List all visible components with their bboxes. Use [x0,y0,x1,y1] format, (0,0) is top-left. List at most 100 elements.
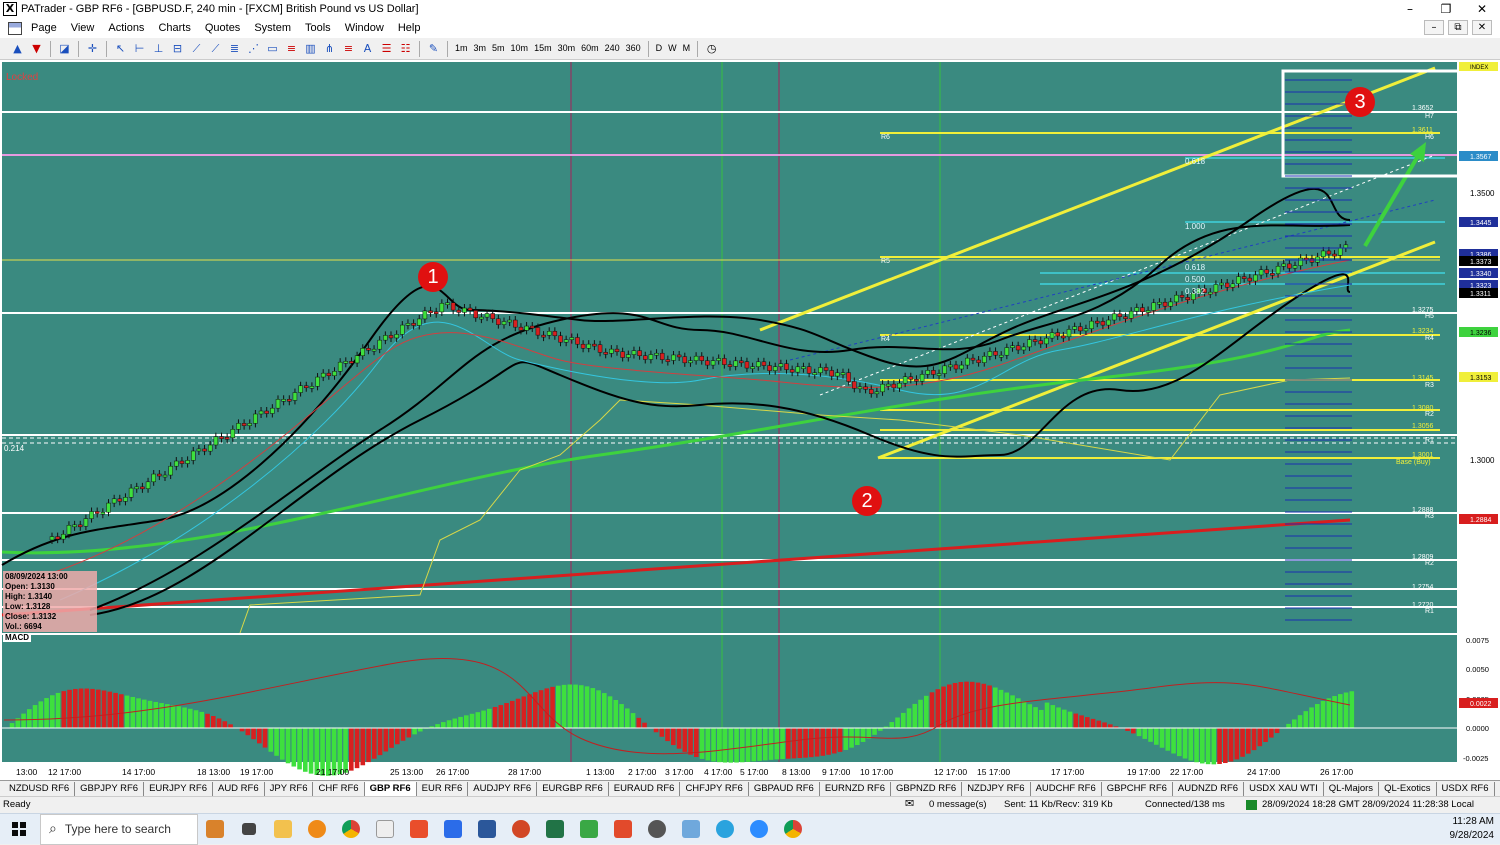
symbol-tab[interactable]: CHF RF6 [313,782,364,796]
symbol-tab[interactable]: NZDJPY RF6 [962,782,1030,796]
menu-tools[interactable]: Tools [298,22,338,34]
vertical-line-icon[interactable]: ⊥ [150,40,167,57]
c-app-green-icon[interactable] [574,814,604,845]
text-icon[interactable]: A [359,40,376,57]
timeframe-5m[interactable]: 5m [489,40,508,57]
timeframe-60m[interactable]: 60m [578,40,602,57]
symbol-tab[interactable]: EURNZD RF6 [820,782,891,796]
zoom-icon[interactable] [744,814,774,845]
timeframe-15m[interactable]: 15m [531,40,555,57]
page-menu-icon[interactable] [8,22,22,35]
channel-icon[interactable]: ⊟ [169,40,186,57]
symbol-tab[interactable]: QL-Majors [1324,782,1379,796]
sell-arrow-icon[interactable]: ▼ [28,40,45,57]
timeframe-30m[interactable]: 30m [555,40,579,57]
c-app-red-icon[interactable] [608,814,638,845]
chart-area[interactable]: 1.36521.36111.32751.32341.31451.30801.30… [0,60,1500,780]
symbol-tab[interactable]: EURJPY RF6 [144,782,213,796]
s-app-red-icon[interactable] [404,814,434,845]
menu-charts[interactable]: Charts [151,22,197,34]
file-explorer-icon[interactable] [268,814,298,845]
symbol-tab[interactable]: AUDCHF RF6 [1031,782,1102,796]
ray-icon[interactable]: ⟋ [207,40,224,57]
chrome-icon[interactable] [336,814,366,845]
symbol-tab[interactable]: Bitcoin [1495,782,1500,796]
symbol-tab[interactable]: CHFJPY RF6 [680,782,748,796]
mail-icon[interactable]: ✉ [905,797,914,810]
trader-app-icon[interactable] [370,814,400,845]
menu-view[interactable]: View [64,22,102,34]
word-icon[interactable] [472,814,502,845]
fib-fan-icon[interactable]: ⋰ [245,40,262,57]
pivot-icon[interactable]: ≡ [340,40,357,57]
close-button[interactable]: ✕ [1464,0,1500,18]
timeframe-240[interactable]: 240 [602,40,623,57]
timeframe-360[interactable]: 360 [623,40,644,57]
windows-start-icon[interactable] [12,822,26,836]
clock-icon[interactable]: ◷ [703,40,720,57]
timeframe-10m[interactable]: 10m [508,40,532,57]
symbol-tab[interactable]: QL-Exotics [1379,782,1436,796]
cursor-icon[interactable]: ↖ [112,40,129,57]
excel-icon[interactable] [540,814,570,845]
fib-extension-icon[interactable]: ☷ [397,40,414,57]
taskbar-search[interactable]: ⌕ Type here to search [40,814,198,845]
buy-arrow-icon[interactable]: ▲ [9,40,26,57]
menu-quotes[interactable]: Quotes [198,22,247,34]
grid-icon[interactable]: ▥ [302,40,319,57]
s-app-blue-icon[interactable] [438,814,468,845]
price-chart[interactable]: 1.36521.36111.32751.32341.31451.30801.30… [0,60,1500,780]
task-view-icon[interactable] [234,814,264,845]
symbol-tab[interactable]: USDX RF6 [1437,782,1495,796]
period-monthly[interactable]: M [680,40,694,57]
mdi-close-button[interactable]: ✕ [1472,20,1492,35]
chrome-icon-2[interactable] [778,814,808,845]
app-icon-blue[interactable] [676,814,706,845]
symbol-tab[interactable]: AUD RF6 [213,782,265,796]
symbol-tab[interactable]: GBPAUD RF6 [749,782,820,796]
mdi-restore-button[interactable]: ⧉ [1448,20,1468,35]
menu-help[interactable]: Help [391,22,428,34]
rectangle-icon[interactable]: ▭ [264,40,281,57]
telegram-icon[interactable] [710,814,740,845]
symbol-tab[interactable]: GBPNZD RF6 [891,782,962,796]
powerpoint-icon[interactable] [506,814,536,845]
chart-icon[interactable]: ◪ [56,40,73,57]
menu-page[interactable]: Page [24,22,64,34]
period-weekly[interactable]: W [665,40,680,57]
minimize-button[interactable]: – [1392,0,1428,18]
symbol-tab[interactable]: JPY RF6 [265,782,314,796]
symbol-tab[interactable]: EUR RF6 [417,782,469,796]
timeframe-3m[interactable]: 3m [471,40,490,57]
fib-retracement-icon[interactable]: ☰ [378,40,395,57]
mdi-minimize-button[interactable]: – [1424,20,1444,35]
menu-window[interactable]: Window [338,22,391,34]
symbol-tab[interactable]: GBPCHF RF6 [1102,782,1173,796]
trendline-icon[interactable]: ⟋ [188,40,205,57]
crosshair-icon[interactable]: ✛ [84,40,101,57]
pencil-icon[interactable]: ✎ [425,40,442,57]
candle [299,386,303,393]
menu-system[interactable]: System [247,22,298,34]
candle [361,348,365,355]
timeframe-1m[interactable]: 1m [452,40,471,57]
maximize-button[interactable]: ❐ [1428,0,1464,18]
settings-icon[interactable] [642,814,672,845]
symbol-tab[interactable]: AUDJPY RF6 [468,782,537,796]
levels-icon[interactable]: ≡ [283,40,300,57]
period-daily[interactable]: D [653,40,666,57]
symbol-tab[interactable]: GBPJPY RF6 [75,782,144,796]
symbol-tab[interactable]: GBP RF6 [365,782,417,796]
symbol-tab[interactable]: EURGBP RF6 [537,782,609,796]
horizontal-line-icon[interactable]: ⊢ [131,40,148,57]
symbol-tab[interactable]: NZDUSD RF6 [4,782,75,796]
symbol-tab[interactable]: AUDNZD RF6 [1173,782,1244,796]
app-icon-orange[interactable] [302,814,332,845]
symbol-tab[interactable]: EURAUD RF6 [609,782,681,796]
symbol-tab[interactable]: USDX XAU WTI [1244,782,1324,796]
fibonacci-icon[interactable]: ≣ [226,40,243,57]
briefcase-app-icon[interactable] [200,814,230,845]
menu-actions[interactable]: Actions [101,22,151,34]
taskbar-clock[interactable]: 11:28 AM 9/28/2024 [1450,815,1495,843]
andrews-pitchfork-icon[interactable]: ⋔ [321,40,338,57]
